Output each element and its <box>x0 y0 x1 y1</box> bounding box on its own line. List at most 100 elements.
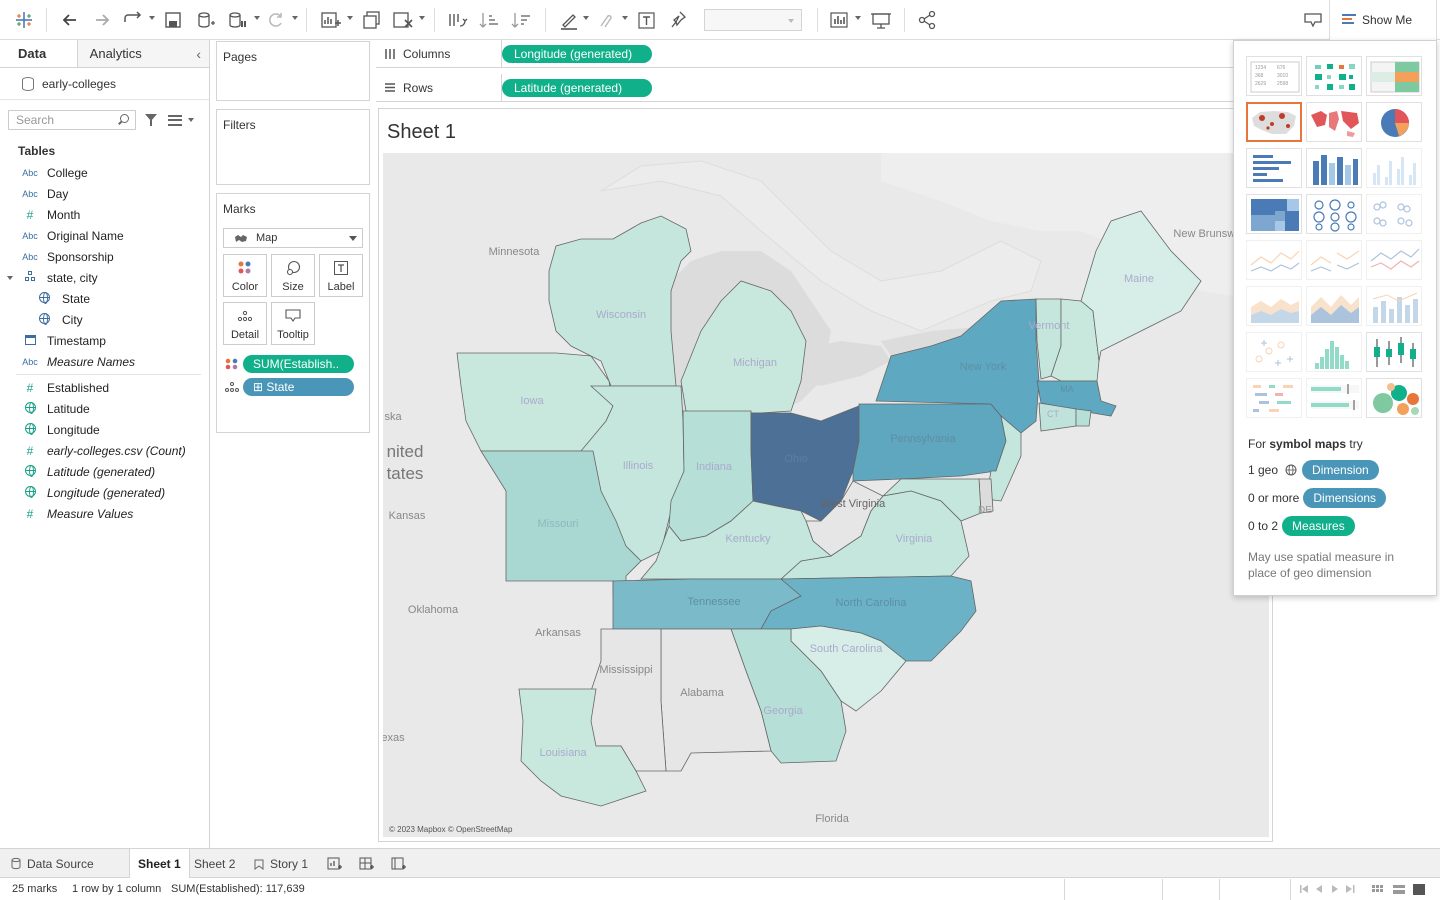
new-datasource-icon[interactable] <box>196 8 216 32</box>
share-icon[interactable] <box>916 8 938 32</box>
fit-dropdown[interactable] <box>704 9 802 31</box>
clear-icon[interactable] <box>392 8 414 32</box>
tab-sheet-2[interactable]: Sheet 2 <box>186 849 243 878</box>
scatter-plot-chart[interactable] <box>1246 332 1302 372</box>
sort-desc-icon[interactable] <box>510 8 532 32</box>
field-measure-names[interactable]: Abc Measure Names <box>0 351 209 372</box>
view-list-icon[interactable] <box>168 114 182 126</box>
chevron-down-icon[interactable] <box>188 118 194 122</box>
field-early-colleges-csv-count[interactable]: # early-colleges.csv (Count) <box>0 440 209 461</box>
discrete-lines-chart[interactable] <box>1306 240 1362 280</box>
pin-icon[interactable] <box>668 8 688 32</box>
color-button[interactable]: Color <box>223 254 267 297</box>
pagination-icon[interactable] <box>1298 884 1362 895</box>
field-sponsorship[interactable]: Abc Sponsorship <box>0 246 209 267</box>
undo-icon[interactable] <box>60 8 80 32</box>
horizontal-bars-chart[interactable] <box>1246 148 1302 188</box>
field-longitude[interactable]: Longitude <box>0 419 209 440</box>
new-story-tab-icon[interactable] <box>391 856 407 872</box>
datasource-item[interactable]: early-colleges <box>0 68 209 100</box>
label-button[interactable]: Label <box>319 254 363 297</box>
tab-sheet-1[interactable]: Sheet 1 <box>129 849 190 878</box>
highlight-icon[interactable] <box>558 8 580 32</box>
columns-shelf[interactable]: Columns Longitude (generated) <box>376 40 1236 68</box>
new-worksheet-icon[interactable] <box>320 8 342 32</box>
state-pill[interactable]: ⊞ State <box>243 378 354 396</box>
map-attribution[interactable]: © 2023 Mapbox © OpenStreetMap <box>389 825 512 834</box>
area-continuous-chart[interactable] <box>1246 286 1302 326</box>
rows-shelf[interactable]: Rows Latitude (generated) <box>376 74 1236 102</box>
field-timestamp[interactable]: Timestamp <box>0 330 209 351</box>
text-table-chart[interactable]: 1234 676 368 3010 2629 2598 <box>1246 56 1302 96</box>
annotate-icon[interactable] <box>595 8 615 32</box>
field-month[interactable]: # Month <box>0 204 209 225</box>
side-by-side-bars-chart[interactable] <box>1366 148 1422 188</box>
swap-icon[interactable] <box>446 8 468 32</box>
treemap-chart[interactable] <box>1246 194 1302 234</box>
sheet-title[interactable]: Sheet 1 <box>387 121 456 144</box>
refresh-icon[interactable] <box>265 8 285 32</box>
side-by-side-circles-chart[interactable] <box>1366 194 1422 234</box>
filled-map-chart[interactable] <box>1306 102 1362 142</box>
packed-bubbles-chart[interactable] <box>1366 378 1422 418</box>
pie-chart[interactable] <box>1366 102 1422 142</box>
field-longitude-generated[interactable]: Longitude (generated) <box>0 482 209 503</box>
circle-views-chart[interactable] <box>1306 194 1362 234</box>
mark-type-dropdown[interactable]: Map <box>223 228 363 248</box>
tab-data-source[interactable]: Data Source <box>2 849 102 878</box>
tableau-logo-icon[interactable] <box>15 11 33 29</box>
map-canvas[interactable]: Minnesota Wisconsin Michigan Iowa Illino… <box>383 153 1269 837</box>
loop-icon[interactable] <box>122 8 144 32</box>
field-state-city[interactable]: state, city <box>0 267 209 288</box>
tab-story-1[interactable]: Story 1 <box>245 849 316 878</box>
field-latitude[interactable]: Latitude <box>0 398 209 419</box>
stacked-bars-chart[interactable] <box>1306 148 1362 188</box>
sort-asc-icon[interactable] <box>478 8 500 32</box>
heat-map-chart[interactable] <box>1306 56 1362 96</box>
show-me-button[interactable]: Show Me <box>1329 0 1437 40</box>
tooltip-button[interactable]: Tooltip <box>271 302 315 345</box>
field-state[interactable]: State <box>0 288 209 309</box>
continuous-lines-chart[interactable] <box>1246 240 1302 280</box>
tab-analytics[interactable]: Analytics <box>77 40 209 67</box>
field-college[interactable]: Abc College <box>0 162 209 183</box>
bullet-graph-chart[interactable] <box>1306 378 1362 418</box>
symbol-map-chart[interactable] <box>1246 102 1302 142</box>
search-input[interactable]: Search <box>8 110 136 130</box>
field-city[interactable]: City <box>0 309 209 330</box>
histogram-chart[interactable] <box>1306 332 1362 372</box>
presentation-icon[interactable] <box>870 8 892 32</box>
show-cards-icon[interactable] <box>829 8 851 32</box>
save-icon[interactable] <box>164 8 182 32</box>
chevron-down-icon[interactable] <box>7 276 13 280</box>
longitude-pill[interactable]: Longitude (generated) <box>502 45 652 63</box>
text-icon[interactable] <box>637 8 657 32</box>
dual-combination-chart[interactable] <box>1366 286 1422 326</box>
field-day[interactable]: Abc Day <box>0 183 209 204</box>
filter-icon[interactable] <box>144 113 158 127</box>
detail-button[interactable]: Detail <box>223 302 267 345</box>
duplicate-icon[interactable] <box>361 8 383 32</box>
gantt-chart[interactable] <box>1246 378 1302 418</box>
sum-established-pill[interactable]: SUM(Establish.. <box>243 355 354 373</box>
pages-card[interactable]: Pages <box>216 41 370 101</box>
field-measure-values[interactable]: # Measure Values <box>0 503 209 524</box>
box-whisker-chart[interactable] <box>1366 332 1422 372</box>
pause-icon[interactable] <box>227 8 247 32</box>
field-original-name[interactable]: Abc Original Name <box>0 225 209 246</box>
field-latitude-generated[interactable]: Latitude (generated) <box>0 461 209 482</box>
area-discrete-chart[interactable] <box>1306 286 1362 326</box>
field-established[interactable]: # Established <box>0 377 209 398</box>
dual-lines-chart[interactable] <box>1366 240 1422 280</box>
latitude-pill[interactable]: Latitude (generated) <box>502 79 652 97</box>
new-worksheet-tab-icon[interactable] <box>327 856 343 872</box>
collapse-icon[interactable]: ‹ <box>196 46 201 62</box>
size-button[interactable]: Size <box>271 254 315 297</box>
highlight-table-chart[interactable] <box>1366 56 1422 96</box>
tooltip-icon[interactable] <box>1302 8 1324 32</box>
tab-data[interactable]: Data <box>0 40 78 67</box>
redo-icon[interactable] <box>92 8 112 32</box>
view-mode-icons[interactable] <box>1371 884 1429 896</box>
filters-card[interactable]: Filters <box>216 109 370 185</box>
new-dashboard-tab-icon[interactable] <box>359 856 375 872</box>
